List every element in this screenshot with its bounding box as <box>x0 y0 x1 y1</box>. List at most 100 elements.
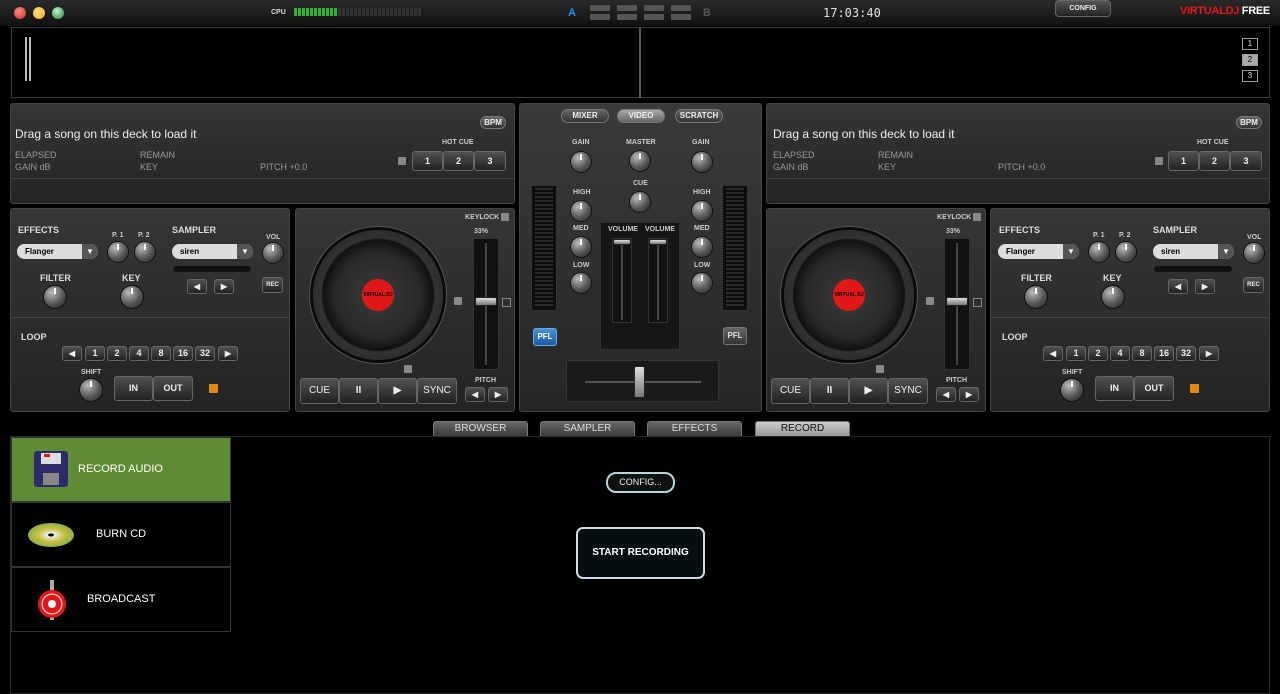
broadcast-item[interactable]: BROADCAST <box>11 567 231 632</box>
low-right-knob[interactable] <box>692 273 712 293</box>
platter-lock-icon[interactable] <box>876 365 884 373</box>
effect-select[interactable]: Flanger ▼ <box>998 244 1079 259</box>
hot-cue-2-button[interactable]: 2 <box>1199 151 1230 171</box>
pfl-right-button[interactable]: PFL <box>723 327 747 345</box>
maximize-window-button[interactable] <box>52 7 64 19</box>
master-knob[interactable] <box>630 151 650 171</box>
gain-right-knob[interactable] <box>692 152 712 172</box>
sampler-prev-button[interactable]: ◀ <box>187 279 207 294</box>
sampler-next-button[interactable]: ▶ <box>214 279 234 294</box>
pitch-bend-down-button[interactable]: ◀ <box>465 387 485 402</box>
play-button[interactable]: ▶ <box>378 378 417 404</box>
tab-sampler[interactable]: SAMPLER <box>540 421 635 437</box>
loop-size-1-button[interactable]: 1 <box>1066 346 1086 361</box>
hot-cue-2-button[interactable]: 2 <box>443 151 474 171</box>
tab-browser[interactable]: BROWSER <box>433 421 528 437</box>
sampler-volume-knob[interactable] <box>1244 243 1264 263</box>
lock-icon[interactable] <box>1155 157 1163 165</box>
effect-p2-knob[interactable] <box>1116 242 1136 262</box>
pause-button[interactable]: II <box>810 378 849 404</box>
tab-record[interactable]: RECORD <box>755 421 850 437</box>
pitch-slider[interactable] <box>473 238 499 370</box>
loop-size-32-button[interactable]: 32 <box>195 346 215 361</box>
pitch-reset-button[interactable] <box>502 298 511 307</box>
scratch-tab[interactable]: SCRATCH <box>675 109 723 123</box>
loop-halve-button[interactable]: ◀ <box>1043 346 1063 361</box>
effect-select[interactable]: Flanger ▼ <box>17 244 98 259</box>
sync-button[interactable]: SYNC <box>888 378 928 404</box>
sync-button[interactable]: SYNC <box>417 378 457 404</box>
sampler-select[interactable]: siren ▼ <box>1153 244 1234 259</box>
close-window-button[interactable] <box>14 7 26 19</box>
pitch-bend-up-button[interactable]: ▶ <box>959 387 979 402</box>
filter-knob[interactable] <box>1025 286 1047 308</box>
loop-shift-knob[interactable] <box>1061 379 1083 401</box>
loop-size-8-button[interactable]: 8 <box>1132 346 1152 361</box>
config-button[interactable]: CONFIG <box>1055 0 1111 17</box>
key-knob[interactable] <box>121 286 143 308</box>
high-right-knob[interactable] <box>692 201 712 221</box>
volume-right-thumb[interactable] <box>649 239 667 245</box>
filter-knob[interactable] <box>44 286 66 308</box>
loop-shift-knob[interactable] <box>80 379 102 401</box>
sampler-prev-button[interactable]: ◀ <box>1168 279 1188 294</box>
video-tab[interactable]: VIDEO <box>617 109 665 123</box>
burn-cd-item[interactable]: BURN CD <box>11 502 231 567</box>
bpm-button[interactable]: BPM <box>1236 116 1262 129</box>
pfl-left-button[interactable]: PFL <box>533 328 557 346</box>
sampler-rec-button[interactable]: REC <box>262 277 283 293</box>
pitch-slider[interactable] <box>944 238 970 370</box>
record-audio-item[interactable]: RECORD AUDIO <box>11 437 231 502</box>
pitch-bend-down-button[interactable]: ◀ <box>936 387 956 402</box>
platter-lock-icon[interactable] <box>404 365 412 373</box>
loop-size-32-button[interactable]: 32 <box>1176 346 1196 361</box>
pitch-bend-up-button[interactable]: ▶ <box>488 387 508 402</box>
keylock-icon[interactable] <box>501 213 509 221</box>
platter-lock-icon[interactable] <box>454 297 462 305</box>
lock-icon[interactable] <box>398 157 406 165</box>
keylock-icon[interactable] <box>973 213 981 221</box>
gain-left-knob[interactable] <box>571 152 591 172</box>
crossfader-thumb[interactable] <box>634 366 645 398</box>
platter-lock-icon[interactable] <box>926 297 934 305</box>
sampler-volume-knob[interactable] <box>263 243 283 263</box>
sampler-select[interactable]: siren ▼ <box>172 244 253 259</box>
loop-in-button[interactable]: IN <box>114 376 153 401</box>
tab-effects[interactable]: EFFECTS <box>647 421 742 437</box>
volume-left-thumb[interactable] <box>613 239 631 245</box>
layer-3-button[interactable]: 3 <box>1242 70 1258 82</box>
pitch-reset-button[interactable] <box>973 298 982 307</box>
loop-double-button[interactable]: ▶ <box>218 346 238 361</box>
loop-size-2-button[interactable]: 2 <box>1088 346 1108 361</box>
sampler-next-button[interactable]: ▶ <box>1195 279 1215 294</box>
play-button[interactable]: ▶ <box>849 378 888 404</box>
med-left-knob[interactable] <box>571 237 591 257</box>
hot-cue-3-button[interactable]: 3 <box>1230 151 1262 171</box>
loop-size-1-button[interactable]: 1 <box>85 346 105 361</box>
bpm-button[interactable]: BPM <box>480 116 506 129</box>
sampler-rec-button[interactable]: REC <box>1243 277 1264 293</box>
cue-button[interactable]: CUE <box>771 378 810 404</box>
loop-size-8-button[interactable]: 8 <box>151 346 171 361</box>
loop-lock-icon[interactable] <box>209 384 218 393</box>
jog-wheel-right[interactable]: VIRTUAL DJ <box>784 230 914 360</box>
cue-mix-knob[interactable] <box>630 192 650 212</box>
loop-lock-icon[interactable] <box>1190 384 1199 393</box>
record-config-button[interactable]: CONFIG... <box>606 472 675 493</box>
hot-cue-1-button[interactable]: 1 <box>412 151 443 171</box>
cue-button[interactable]: CUE <box>300 378 339 404</box>
volume-right-fader[interactable] <box>648 238 668 323</box>
loop-out-button[interactable]: OUT <box>1134 376 1174 401</box>
pitch-slider-thumb[interactable] <box>946 297 968 306</box>
loop-halve-button[interactable]: ◀ <box>62 346 82 361</box>
loop-size-16-button[interactable]: 16 <box>173 346 193 361</box>
hot-cue-1-button[interactable]: 1 <box>1168 151 1199 171</box>
loop-double-button[interactable]: ▶ <box>1199 346 1219 361</box>
hot-cue-3-button[interactable]: 3 <box>474 151 506 171</box>
high-left-knob[interactable] <box>571 201 591 221</box>
volume-left-fader[interactable] <box>612 238 632 323</box>
loop-size-4-button[interactable]: 4 <box>129 346 149 361</box>
pitch-slider-thumb[interactable] <box>475 297 497 306</box>
loop-in-button[interactable]: IN <box>1095 376 1134 401</box>
start-recording-button[interactable]: START RECORDING <box>576 527 705 579</box>
